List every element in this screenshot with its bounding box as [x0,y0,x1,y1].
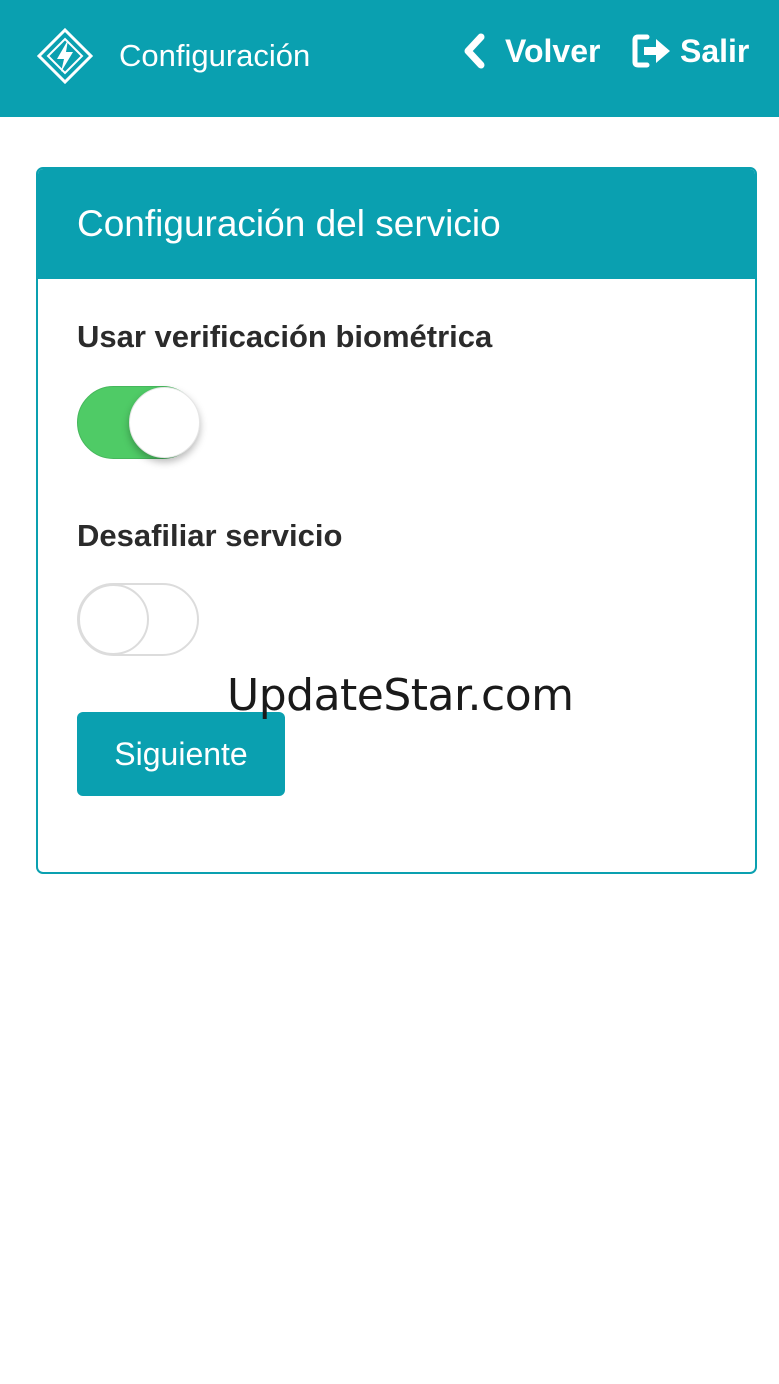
sign-out-icon [632,34,670,68]
chevron-left-icon [464,33,485,69]
watermark-text: UpdateStar.com [227,670,574,721]
card-title: Configuración del servicio [77,203,501,244]
diamond-bolt-icon [37,28,93,84]
page-title: Configuración [119,38,311,73]
unaffiliate-label: Desafiliar servicio [77,518,343,553]
biometric-toggle[interactable] [77,386,200,459]
top-app-bar: Configuración Volver Salir [0,0,779,117]
back-button[interactable]: Volver [461,28,600,74]
exit-label: Salir [680,32,750,69]
exit-button[interactable]: Salir [632,28,749,74]
service-config-card: Configuración del servicio Usar verifica… [36,167,757,874]
toggle-knob [78,584,149,655]
unaffiliate-toggle[interactable] [77,583,199,656]
card-header: Configuración del servicio [38,169,755,279]
toggle-knob [129,387,200,458]
back-label: Volver [505,32,601,69]
next-button[interactable]: Siguiente [77,712,285,796]
biometric-label: Usar verificación biométrica [77,319,493,354]
